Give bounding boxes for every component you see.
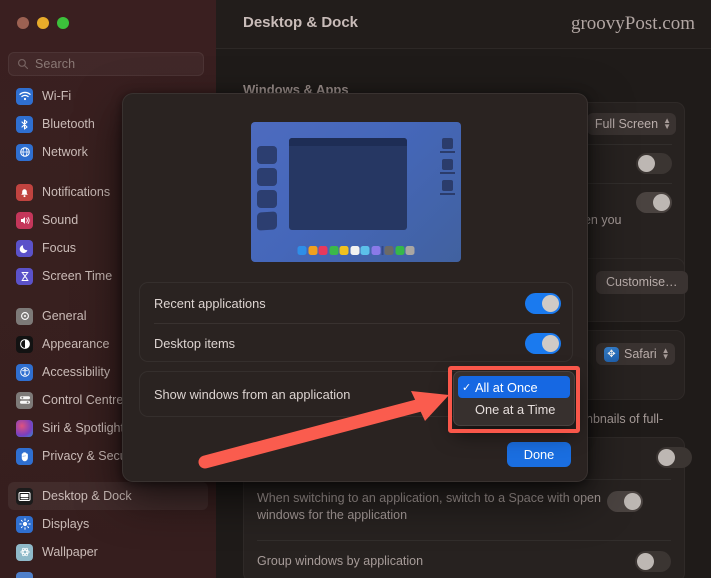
focus-moon-icon <box>16 240 33 257</box>
sidebar-item-label: Control Centre <box>42 393 123 407</box>
preview-dock <box>298 246 415 255</box>
control-centre-icon <box>16 392 33 409</box>
menu-item-one-at-a-time[interactable]: ✓ One at a Time <box>458 398 570 420</box>
minimize-window-button[interactable] <box>37 17 49 29</box>
search-placeholder: Search <box>35 57 75 71</box>
zoom-window-button[interactable] <box>57 17 69 29</box>
switch-space-row: When switching to an application, switch… <box>257 486 685 534</box>
recent-applications-label: Recent applications <box>154 296 525 311</box>
traffic-lights <box>17 17 69 29</box>
page-title: Desktop & Dock <box>243 14 358 31</box>
row-divider <box>257 540 671 541</box>
desktop-items-row: Desktop items <box>140 323 574 363</box>
system-settings-window: Search Wi-Fi Bluetooth Network <box>0 0 711 578</box>
desktop-items-toggle[interactable] <box>525 333 561 354</box>
general-gear-icon <box>16 308 33 325</box>
default-web-browser-popup-button[interactable]: ✥ Safari ▲▼ <box>596 343 675 365</box>
toggle-switch[interactable] <box>656 447 692 468</box>
sidebar-item-label: Bluetooth <box>42 117 95 131</box>
wallpaper-icon <box>16 544 33 561</box>
show-windows-from-application-menu: ✓ All at Once ✓ One at a Time <box>453 371 575 426</box>
safari-icon: ✥ <box>604 347 619 362</box>
toggle-switch[interactable] <box>635 551 671 572</box>
default-browser-row: ✥ Safari ▲▼ <box>596 341 688 367</box>
default-browser-label: Safari <box>624 347 657 361</box>
customise-row: Customise… <box>596 269 686 295</box>
notifications-bell-icon <box>16 184 33 201</box>
sidebar-item-label: Network <box>42 145 88 159</box>
sidebar-item-label: Appearance <box>42 337 109 351</box>
toggle-switch[interactable] <box>636 153 672 174</box>
network-globe-icon <box>16 144 33 161</box>
sidebar-item-label: Siri & Spotlight <box>42 421 124 435</box>
search-icon <box>17 58 29 70</box>
chevron-up-down-icon: ▲▼ <box>662 348 670 360</box>
sidebar-item-label: Wallpaper <box>42 545 98 559</box>
menu-item-label: One at a Time <box>475 402 555 417</box>
sidebar-item-label: Focus <box>42 241 76 255</box>
group-windows-label: Group windows by application <box>257 553 635 570</box>
dialog-toggle-group: Recent applications Desktop items <box>139 282 573 362</box>
desktop-items-label: Desktop items <box>154 336 525 351</box>
sidebar-item-label: General <box>42 309 86 323</box>
preview-window <box>289 138 407 230</box>
row-divider <box>582 183 672 184</box>
done-button[interactable]: Done <box>507 442 571 467</box>
thumbnails-fragment-row: nbnails of full- <box>586 410 711 428</box>
sidebar-item-displays[interactable]: Displays <box>8 510 208 538</box>
bluetooth-icon <box>16 116 33 133</box>
row-label-fragment: nbnails of full- <box>586 411 663 428</box>
desktop-dock-preview <box>251 122 461 262</box>
switch-space-label: When switching to an application, switch… <box>257 486 607 524</box>
group-windows-row: Group windows by application <box>257 546 685 576</box>
sidebar-item-wallpaper[interactable]: Wallpaper <box>8 538 208 566</box>
recent-applications-row: Recent applications <box>140 283 574 323</box>
bg-toggle-row-1 <box>636 151 686 175</box>
row-divider <box>582 144 672 145</box>
accessibility-person-icon <box>16 364 33 381</box>
close-window-button[interactable] <box>17 17 29 29</box>
dock-separator <box>382 246 384 255</box>
wifi-icon <box>16 88 33 105</box>
customise-button[interactable]: Customise… <box>596 271 688 294</box>
search-input[interactable]: Search <box>8 52 204 76</box>
toggle-switch[interactable] <box>636 192 672 213</box>
checkmark-icon: ✓ <box>462 381 475 394</box>
displays-brightness-icon <box>16 516 33 533</box>
sidebar-item-partial-next[interactable] <box>8 566 208 578</box>
sidebar-item-desktop-and-dock[interactable]: Desktop & Dock <box>8 482 208 510</box>
partial-icon <box>16 572 33 578</box>
watermark: groovyPost.com <box>571 13 695 35</box>
sidebar-item-label: Notifications <box>42 185 110 199</box>
screen-time-hourglass-icon <box>16 268 33 285</box>
desktop-dock-icon <box>16 488 33 505</box>
menu-item-label: All at Once <box>475 380 538 395</box>
menu-item-all-at-once[interactable]: ✓ All at Once <box>458 376 570 398</box>
recent-applications-toggle[interactable] <box>525 293 561 314</box>
sidebar-item-label: Sound <box>42 213 78 227</box>
sound-speaker-icon <box>16 212 33 229</box>
toggle-switch[interactable] <box>607 491 643 512</box>
sidebar-item-label: Accessibility <box>42 365 110 379</box>
sidebar-item-label: Displays <box>42 517 89 531</box>
appearance-contrast-icon <box>16 336 33 353</box>
sidebar-item-label: Wi-Fi <box>42 89 71 103</box>
checkmark-placeholder-icon: ✓ <box>462 403 475 416</box>
full-screen-popup-label: Full Screen <box>595 117 658 131</box>
chevron-up-down-icon: ▲▼ <box>663 118 671 130</box>
siri-icon <box>16 420 33 437</box>
sidebar-item-label: Desktop & Dock <box>42 489 132 503</box>
full-screen-popup-button[interactable]: Full Screen ▲▼ <box>587 113 676 135</box>
privacy-hand-icon <box>16 448 33 465</box>
sidebar-item-label: Screen Time <box>42 269 112 283</box>
